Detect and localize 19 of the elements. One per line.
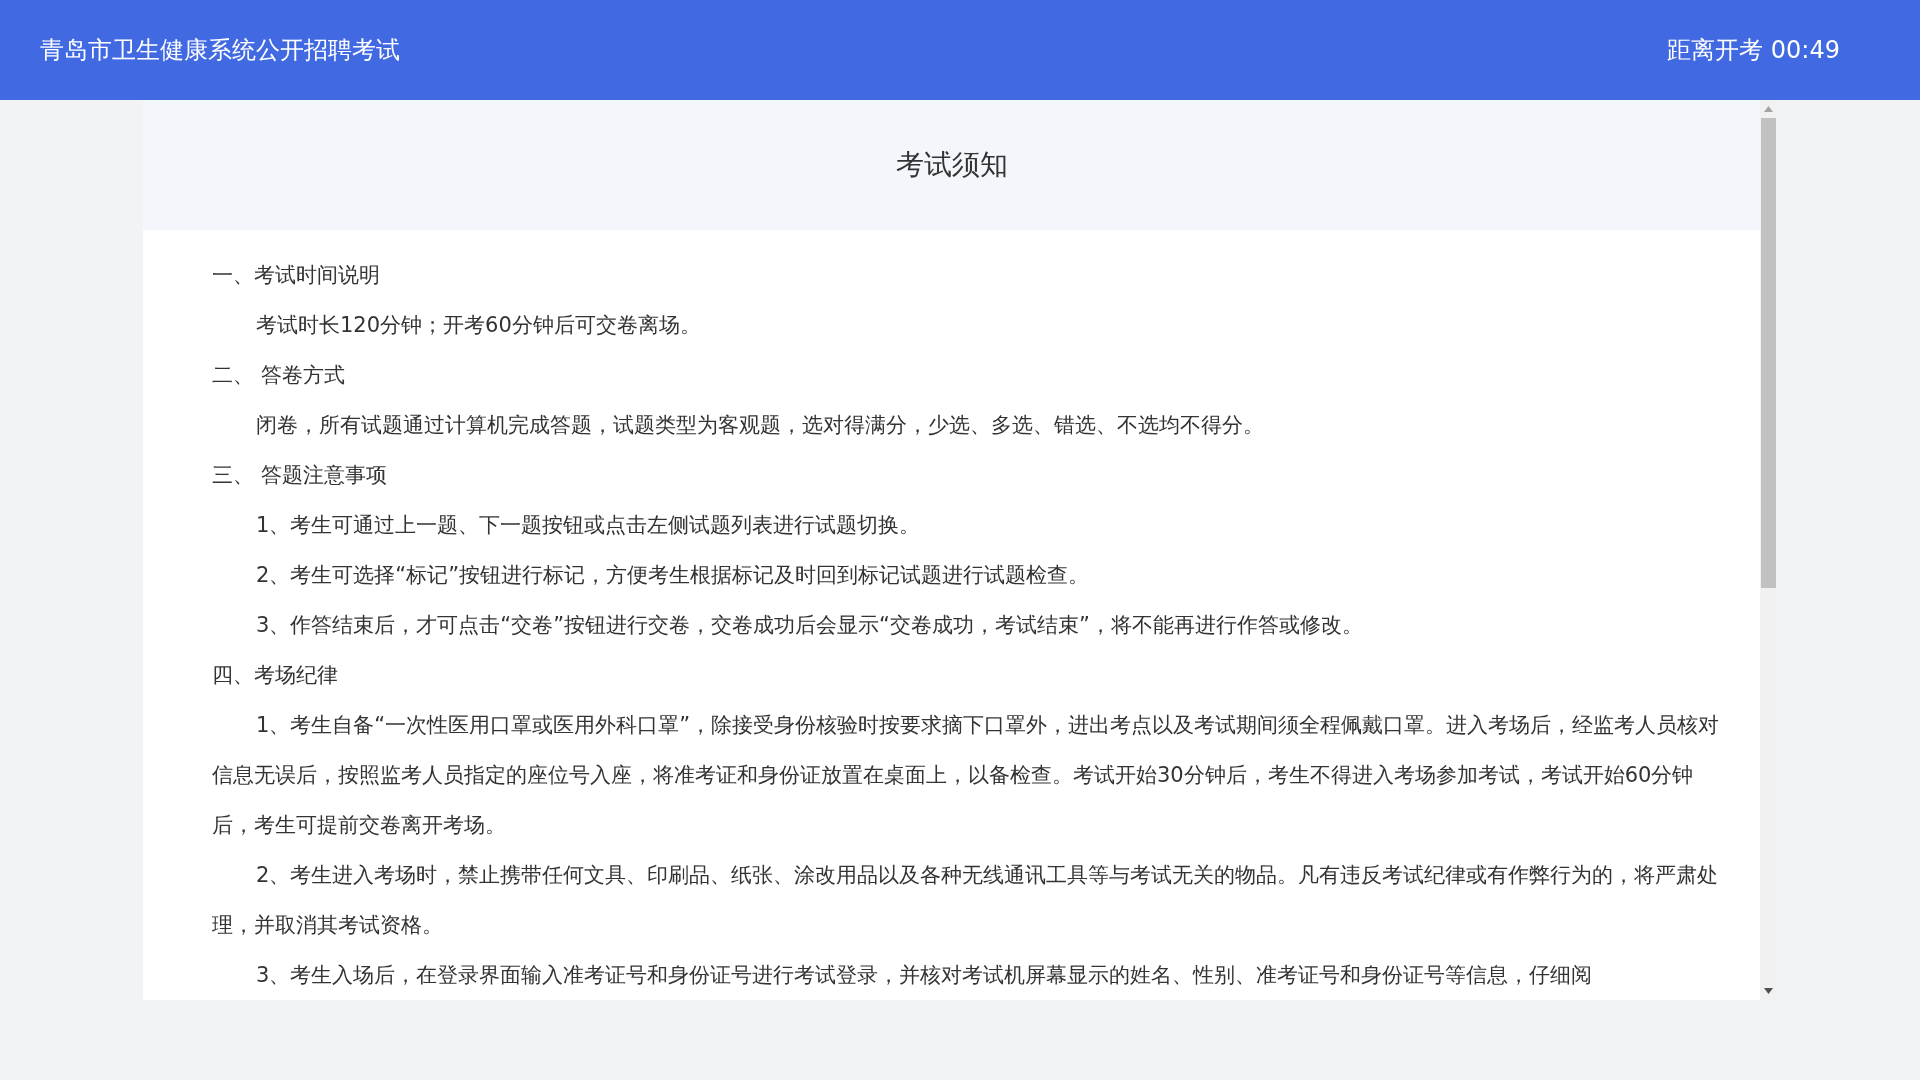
scroll-down-icon[interactable] xyxy=(1764,988,1773,994)
notice-paragraph: 闭卷，所有试题通过计算机完成答题，试题类型为客观题，选对得满分，少选、多选、错选、不选均不得分。 xyxy=(255,412,1265,439)
section-heading: 三、 答题注意事项 xyxy=(212,462,388,489)
countdown-text: 距离开考 00:49 xyxy=(1667,35,1840,66)
section-heading: 一、考试时间说明 xyxy=(212,262,381,289)
scroll-up-icon[interactable] xyxy=(1764,106,1773,112)
section-heading: 二、 答卷方式 xyxy=(212,362,346,389)
notice-paragraph: 考试时长120分钟；开考60分钟后可交卷离场。 xyxy=(255,312,702,339)
exam-title: 青岛市卫生健康系统公开招聘考试 xyxy=(40,35,400,66)
notice-paragraph: 1、考生自备“一次性医用口罩或医用外科口罩”，除接受身份核验时按要求摘下口罩外，进出考点以及考试期间须全程佩戴口罩。进入考场后，经监考人员核对信息无误后，按照监考人员指定的座位号入座，将准考证和身份证放置在桌面上，以备检查。考试开始30分钟后，考生不得进入考场参加考试，考试开始60分钟后，考生可提前交卷离开考场。 xyxy=(212,712,1720,839)
notice-paragraph: 3、作答结束后，才可点击“交卷”按钮进行交卷，交卷成功后会显示“交卷成功，考试结束”，将不能再进行作答或修改。 xyxy=(255,612,1364,639)
scrollbar[interactable] xyxy=(1760,100,1777,1000)
notice-paragraph: 3、考生入场后，在登录界面输入准考证号和身份证号进行考试登录，并核对考试机屏幕显示的姓名、性别、准考证号和身份证号等信息，仔细阅 xyxy=(255,962,1594,989)
notice-title: 考试须知 xyxy=(895,147,1008,183)
section-heading: 四、考场纪律 xyxy=(212,662,339,689)
notice-paragraph: 1、考生可通过上一题、下一题按钮或点击左侧试题列表进行试题切换。 xyxy=(255,512,922,539)
notice-paragraph: 2、考生可选择“标记”按钮进行标记，方便考生根据标记及时回到标记试题进行试题检查。 xyxy=(255,562,1091,589)
notice-paragraph: 2、考生进入考场时，禁止携带任何文具、印刷品、纸张、涂改用品以及各种无线通讯工具等与考试无关的物品。凡有违反考试纪律或有作弊行为的，将严肃处理，并取消其考试资格。 xyxy=(212,862,1720,939)
scrollbar-thumb[interactable] xyxy=(1761,118,1776,588)
